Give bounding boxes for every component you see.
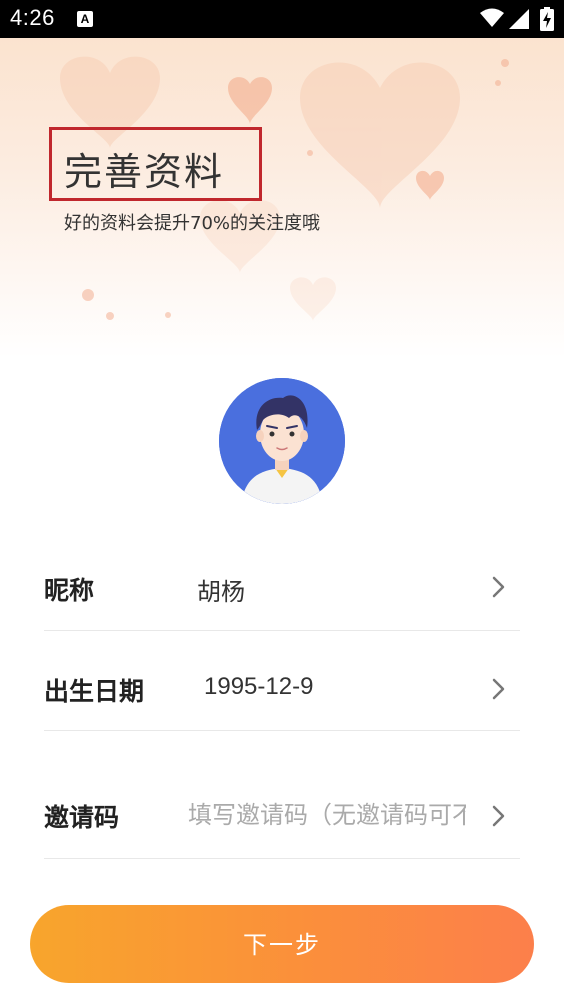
chevron-right-icon[interactable] bbox=[486, 804, 510, 828]
battery-charging-icon bbox=[540, 7, 554, 31]
status-bar: 4:26 A bbox=[0, 0, 564, 38]
page-title: 完善资料 bbox=[64, 150, 225, 194]
invite-code-input[interactable] bbox=[188, 795, 466, 835]
next-step-button[interactable]: 下一步 bbox=[30, 905, 534, 983]
birthday-label: 出生日期 bbox=[44, 677, 145, 706]
app-notification-icon: A bbox=[77, 11, 93, 27]
wifi-icon bbox=[480, 8, 504, 27]
status-time: 4:26 bbox=[10, 5, 55, 30]
user-avatar-icon bbox=[219, 378, 345, 504]
invite-code-label: 邀请码 bbox=[44, 803, 120, 832]
birthday-value: 1995-12-9 bbox=[204, 673, 314, 700]
birthday-row[interactable]: 出生日期 1995-12-9 bbox=[44, 631, 520, 731]
cell-signal-icon bbox=[509, 9, 529, 29]
invite-code-row: 邀请码 bbox=[44, 731, 520, 859]
avatar[interactable] bbox=[219, 378, 345, 504]
nickname-row[interactable]: 昵称 胡杨 bbox=[44, 531, 520, 631]
nickname-value: 胡杨 bbox=[197, 578, 245, 606]
chevron-right-icon bbox=[492, 678, 505, 700]
page-subtitle: 好的资料会提升70%的关注度哦 bbox=[64, 213, 321, 234]
chevron-right-icon bbox=[492, 576, 505, 598]
nickname-label: 昵称 bbox=[44, 576, 95, 605]
